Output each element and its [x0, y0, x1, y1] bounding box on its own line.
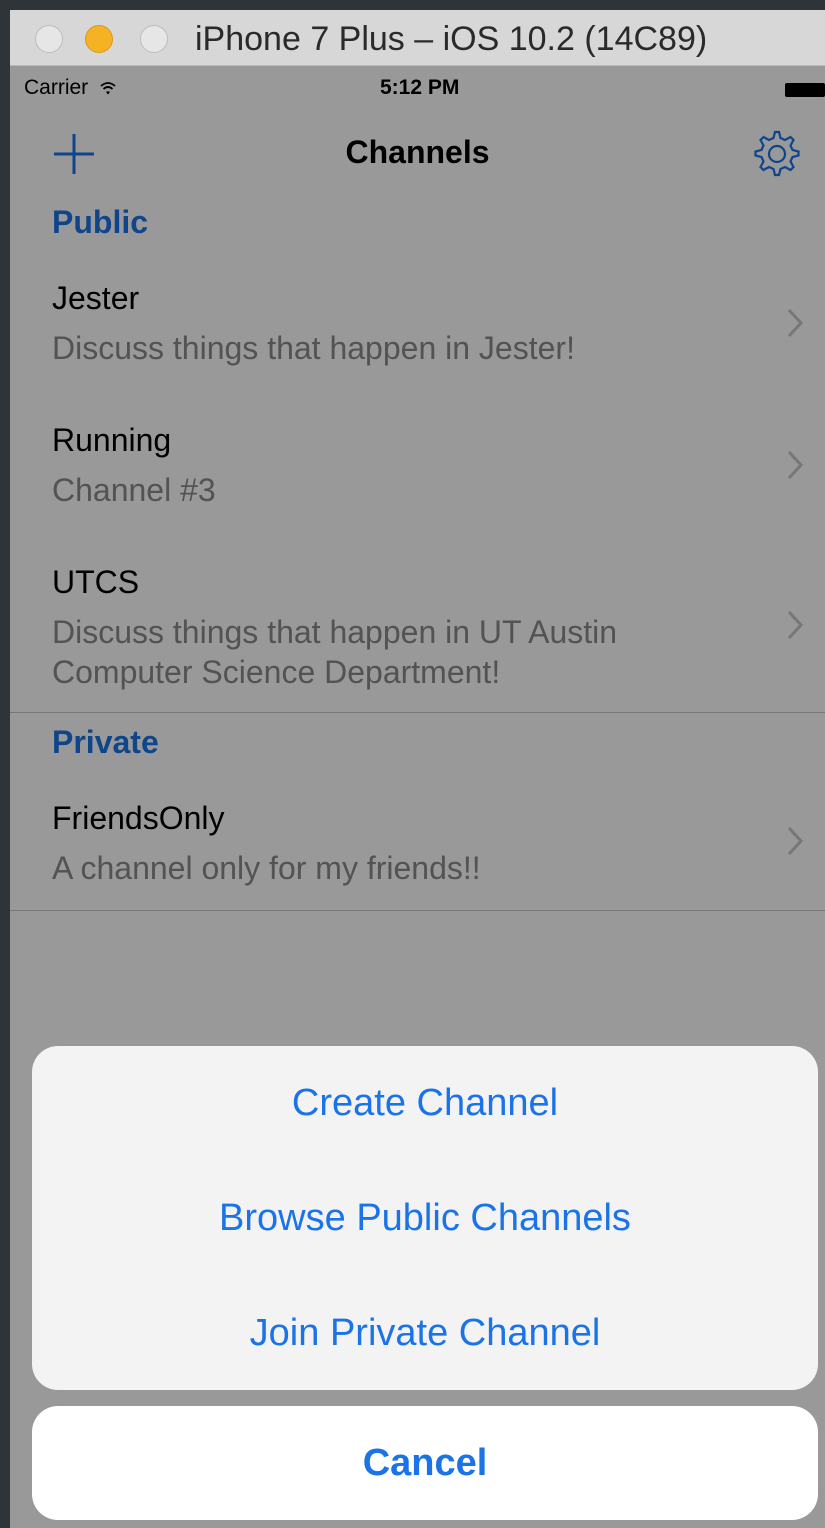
create-channel-button[interactable]: Create Channel: [32, 1046, 818, 1160]
browse-public-channels-button[interactable]: Browse Public Channels: [32, 1161, 818, 1275]
window-close-button[interactable]: [35, 25, 63, 53]
window-minimize-button[interactable]: [85, 25, 113, 53]
phone-screen: Carrier 5:12 PM Channels Public Jester D…: [10, 66, 825, 1528]
window-zoom-button[interactable]: [140, 25, 168, 53]
join-private-channel-button[interactable]: Join Private Channel: [32, 1276, 818, 1390]
simulator-title-bar: iPhone 7 Plus – iOS 10.2 (14C89): [10, 10, 825, 66]
action-sheet: Create Channel Browse Public Channels Jo…: [32, 1046, 818, 1390]
window-title: iPhone 7 Plus – iOS 10.2 (14C89): [195, 20, 708, 58]
cancel-button[interactable]: Cancel: [32, 1406, 818, 1520]
